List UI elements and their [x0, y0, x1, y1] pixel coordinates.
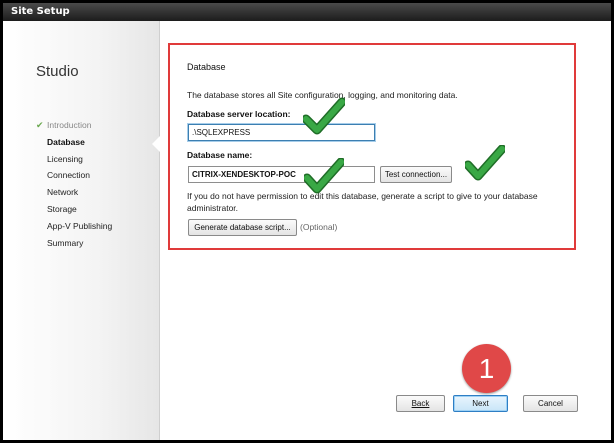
- permission-help-text: If you do not have permission to edit th…: [187, 191, 538, 213]
- server-location-input[interactable]: [188, 124, 375, 141]
- step-introduction: ✔ Introduction: [36, 118, 112, 135]
- step-label: Database: [47, 136, 85, 147]
- step-connection: Connection: [36, 168, 112, 185]
- window-title: Site Setup: [11, 6, 70, 17]
- step-label: App-V Publishing: [47, 220, 113, 231]
- step-label: Introduction: [47, 120, 92, 130]
- step-label: Network: [47, 187, 79, 198]
- generate-script-button[interactable]: Generate database script...: [188, 219, 297, 236]
- checkmark-icon: [303, 97, 345, 135]
- server-location-label: Database server location:: [187, 109, 291, 119]
- wizard-steps: ✔ Introduction Database Licensing Connec…: [36, 118, 112, 252]
- step-label: Licensing: [47, 153, 83, 164]
- database-name-label: Database name:: [187, 150, 253, 160]
- active-step-pointer: [152, 136, 160, 152]
- database-name-input[interactable]: [188, 166, 375, 183]
- next-button[interactable]: Next: [453, 395, 508, 412]
- step-network: Network: [36, 185, 112, 202]
- step-summary: Summary: [36, 236, 112, 253]
- step-label: Summary: [47, 237, 84, 248]
- checkmark-icon: [304, 158, 344, 194]
- step-licensing: Licensing: [36, 152, 112, 169]
- check-icon: ✔: [36, 120, 44, 130]
- step-label: Connection: [47, 170, 91, 181]
- app-title: Studio: [36, 63, 79, 80]
- test-connection-button[interactable]: Test connection...: [380, 166, 452, 183]
- back-button[interactable]: Back: [396, 395, 445, 412]
- optional-label: (Optional): [300, 222, 338, 232]
- step-database: Database: [36, 135, 112, 152]
- checkmark-icon: [465, 145, 505, 181]
- step-label: Storage: [47, 203, 77, 214]
- step-app-v-publishing: App-V Publishing: [36, 219, 112, 236]
- section-title: Database: [187, 62, 226, 72]
- back-button-label: Back: [411, 399, 430, 408]
- step-storage: Storage: [36, 202, 112, 219]
- cancel-button[interactable]: Cancel: [523, 395, 578, 412]
- step-number-badge: 1: [462, 344, 511, 393]
- window-titlebar: Site Setup: [3, 3, 611, 21]
